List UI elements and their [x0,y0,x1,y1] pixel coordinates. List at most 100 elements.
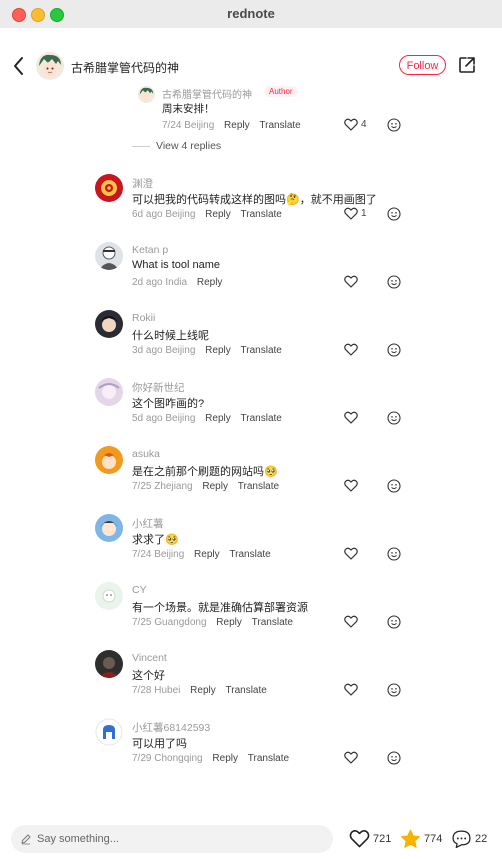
reply-button[interactable]: Reply [190,685,216,696]
commenter-name[interactable]: 小红薯 [132,516,164,531]
reply-avatar[interactable] [138,86,155,103]
commenter-avatar[interactable] [95,242,123,270]
translate-button[interactable]: Translate [252,617,293,628]
follow-button[interactable]: Follow [399,55,446,75]
author-name[interactable]: 古希腊掌管代码的神 [71,59,179,76]
like-button[interactable]: 4 [344,118,367,132]
emoji-react-icon[interactable] [387,547,401,561]
like-button[interactable] [344,479,358,493]
like-button[interactable] [344,683,358,697]
reply-button[interactable]: Reply [205,209,231,220]
heart-icon [344,118,358,131]
comment-text: 有一个场景。就是准确估算部署资源 [132,602,308,614]
commenter-name[interactable]: 你好新世纪 [132,380,185,395]
emoji-react-icon[interactable] [387,479,401,493]
reply-button[interactable]: Reply [216,617,242,628]
emoji-react-icon[interactable] [387,207,401,221]
like-button[interactable] [344,547,358,561]
share-icon[interactable] [458,56,476,74]
commenter-avatar[interactable] [95,514,123,542]
reply-button[interactable]: Reply [205,413,231,424]
author-avatar[interactable] [36,52,64,80]
comment-item: 渊澄 可以把我的代码转成这样的图吗🤔，就不用画图了 6d ago Beijing… [0,174,502,234]
like-button[interactable] [344,411,358,425]
comment-meta: 6d ago Beijing Reply Translate [132,209,282,220]
commenter-avatar[interactable] [95,446,123,474]
commenter-name[interactable]: Ketan p [132,244,168,256]
post-star-button[interactable]: 774 [400,829,442,849]
commenter-avatar[interactable] [95,718,123,746]
heart-icon [344,479,358,492]
reply-button[interactable]: Reply [202,481,228,492]
reply-meta: 7/24 Beijing Reply Translate [162,120,301,131]
comment-meta: 7/28 Hubei Reply Translate [132,685,267,696]
comment-item: asuka 是在之前那个刷题的网站吗🥺 7/25 Zhejiang Reply … [0,446,502,506]
translate-button[interactable]: Translate [241,209,282,220]
comment-text: 这个好 [132,670,165,682]
comment-text: 可以把我的代码转成这样的图吗🤔，就不用画图了 [132,194,377,206]
comment-time: 7/28 Hubei [132,685,181,696]
translate-button[interactable]: Translate [259,120,300,131]
comment-text: What is tool name [132,259,221,271]
reply-button[interactable]: Reply [197,277,223,288]
commenter-avatar[interactable] [95,310,123,338]
reply-button[interactable]: Reply [194,549,220,560]
emoji-react-icon[interactable] [387,683,401,697]
heart-icon [344,411,358,424]
commenter-name[interactable]: Vincent [132,652,167,664]
view-replies-link[interactable]: View 4 replies [132,140,221,152]
emoji-react-icon[interactable] [387,275,401,289]
comment-text: 求求了🥺 [132,534,179,546]
emoji-react-icon[interactable] [387,118,401,132]
comment-time: 2d ago India [132,277,188,288]
emoji-react-icon[interactable] [387,343,401,357]
comment-time: 7/24 Beijing [132,549,185,560]
translate-button[interactable]: Translate [229,549,270,560]
commenter-name[interactable]: Rokii [132,312,155,324]
reply-button[interactable]: Reply [205,345,231,356]
commenter-name[interactable]: CY [132,584,147,596]
post-like-button[interactable]: 721 [349,829,391,849]
comment-time: 7/25 Guangdong [132,617,207,628]
like-button[interactable] [344,615,358,629]
comment-meta: 7/25 Zhejiang Reply Translate [132,481,279,492]
emoji-react-icon[interactable] [387,615,401,629]
translate-button[interactable]: Translate [248,753,289,764]
commenter-avatar[interactable] [95,378,123,406]
comment-item: Rokii 什么时候上线呢 3d ago Beijing Reply Trans… [0,310,502,370]
heart-icon [344,683,358,696]
comment-time: 7/25 Zhejiang [132,481,193,492]
post-comment-count: 22 [475,833,488,845]
translate-button[interactable]: Translate [241,413,282,424]
commenter-avatar[interactable] [95,582,123,610]
emoji-react-icon[interactable] [387,411,401,425]
commenter-avatar[interactable] [95,174,123,202]
translate-button[interactable]: Translate [238,481,279,492]
comment-text: 什么时候上线呢 [132,330,209,342]
like-button[interactable]: 1 [344,207,367,221]
comment-input[interactable]: Say something... [11,825,333,853]
commenter-name[interactable]: 渊澄 [132,176,153,191]
like-button[interactable] [344,275,358,289]
post-comment-button[interactable]: 22 [451,829,487,849]
commenter-avatar[interactable] [95,650,123,678]
translate-button[interactable]: Translate [226,685,267,696]
emoji-react-icon[interactable] [387,751,401,765]
comment-item: 你好新世纪 这个图咋画的? 5d ago Beijing Reply Trans… [0,378,502,438]
reply-button[interactable]: Reply [224,120,250,131]
like-button[interactable] [344,751,358,765]
back-arrow-icon[interactable] [10,55,28,77]
author-reply: 古希腊掌管代码的神 Author 周末安排！ 7/24 Beijing Repl… [0,83,502,163]
translate-button[interactable]: Translate [241,345,282,356]
reply-button[interactable]: Reply [212,753,238,764]
comment-time: 7/29 Chongqing [132,753,203,764]
comment-meta: 5d ago Beijing Reply Translate [132,413,282,424]
reply-author-name[interactable]: 古希腊掌管代码的神 [162,86,252,101]
commenter-name[interactable]: asuka [132,448,160,460]
comment-text: 可以用了吗 [132,738,187,750]
reply-text: 周末安排！ [162,103,215,115]
heart-icon [349,830,370,848]
author-badge: Author [264,86,298,97]
commenter-name[interactable]: 小红薯68142593 [132,720,210,735]
like-button[interactable] [344,343,358,357]
